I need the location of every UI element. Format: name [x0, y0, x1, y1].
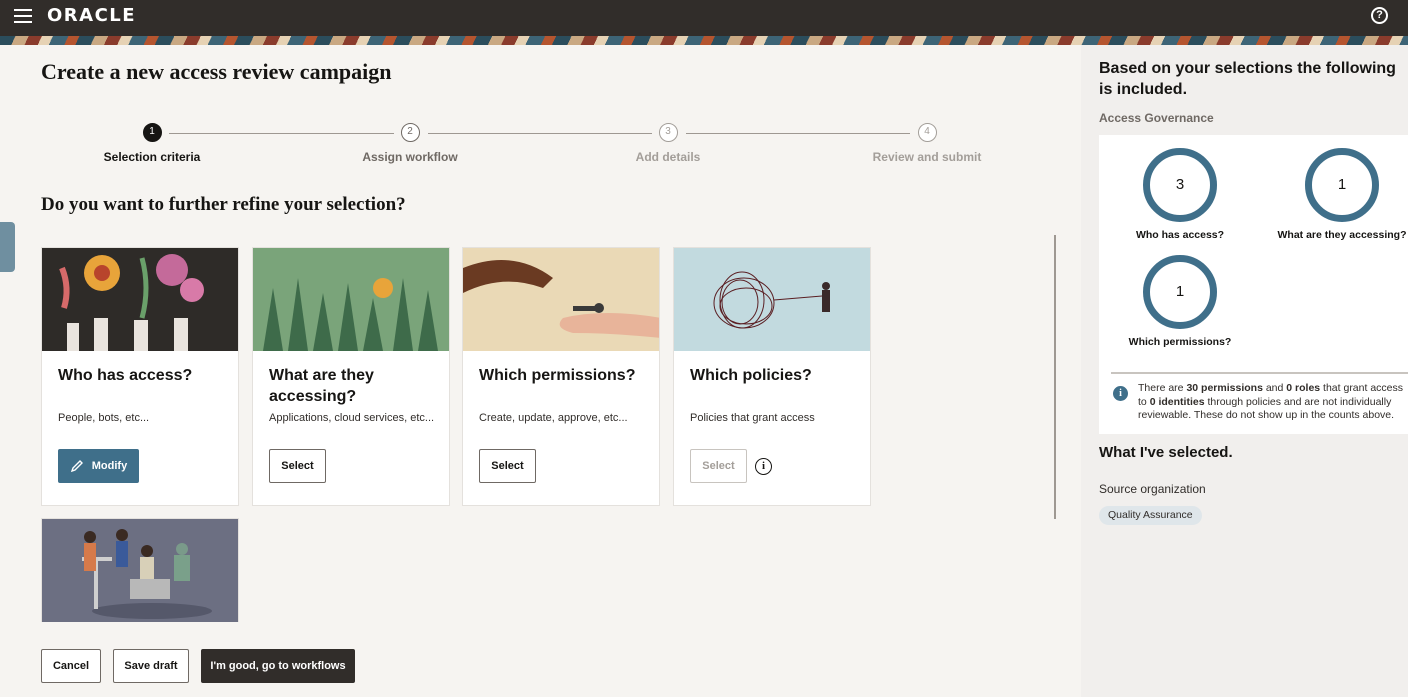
source-organization-label: Source organization: [1099, 482, 1206, 496]
metric-what-accessing-value: 1: [1305, 148, 1379, 222]
select-button[interactable]: Select: [479, 449, 536, 483]
card-which-permissions: Which permissions? Create, update, appro…: [462, 247, 660, 506]
card-description: Create, update, approve, etc...: [479, 412, 628, 424]
drawer-toggle-handle[interactable]: [0, 222, 15, 272]
progress-stepper: 1 Selection criteria 2 Assign workflow 3…: [41, 123, 1041, 173]
step-number: 2: [400, 123, 420, 142]
identities-count: 0 identities: [1149, 395, 1205, 408]
page-title: Create a new access review campaign: [41, 59, 392, 84]
permissions-count: 30 permissions: [1186, 382, 1263, 394]
step-label: Selection criteria: [103, 150, 201, 164]
card-description: Applications, cloud services, etc...: [269, 412, 435, 424]
refine-heading: Do you want to further refine your selec…: [41, 194, 406, 215]
metrics-card: 3 Who has access? 1 What are they access…: [1099, 135, 1408, 434]
step-label: Review and submit: [872, 150, 982, 164]
metric-who-has-access-value: 3: [1143, 148, 1217, 222]
step-assign-workflow[interactable]: 2 Assign workflow: [300, 123, 520, 164]
card-title: What are they accessing?: [269, 367, 374, 405]
card-illustration: [463, 248, 659, 351]
summary-panel: Based on your selections the following i…: [1081, 45, 1408, 697]
permissions-note: There are 30 permissions and 0 roles tha…: [1138, 382, 1404, 421]
modify-button-label: Modify: [91, 460, 128, 472]
help-icon[interactable]: ?: [1371, 7, 1388, 24]
card-description: People, bots, etc...: [58, 412, 150, 424]
go-to-workflows-button[interactable]: I'm good, go to workflows: [201, 649, 355, 683]
summary-subtitle: Access Governance: [1099, 111, 1214, 125]
info-icon[interactable]: i: [755, 458, 772, 475]
cancel-button[interactable]: Cancel: [41, 649, 101, 683]
roles-count: 0 roles: [1286, 382, 1321, 394]
card-illustration: [253, 248, 449, 351]
scrollbar[interactable]: [1054, 235, 1056, 519]
pencil-icon: [70, 460, 83, 473]
card-title: Who has access?: [58, 367, 193, 384]
card-more: [41, 518, 239, 622]
card-illustration: [42, 519, 238, 622]
metric-label: What are they accessing?: [1277, 229, 1407, 241]
selected-title: What I've selected.: [1099, 444, 1233, 461]
source-organization-chip: Quality Assurance: [1099, 506, 1202, 525]
metric-label: Which permissions?: [1128, 336, 1232, 348]
card-description: Policies that grant access: [690, 412, 815, 424]
step-label: Add details: [635, 150, 701, 164]
hamburger-icon[interactable]: [14, 9, 32, 23]
info-icon: i: [1113, 386, 1128, 401]
step-add-details: 3 Add details: [558, 123, 778, 164]
card-illustration: [42, 248, 238, 351]
top-bar: ORACLE ?: [0, 0, 1408, 36]
decorative-banner: [0, 36, 1408, 45]
oracle-logo: ORACLE: [47, 5, 137, 26]
step-review-submit: 4 Review and submit: [817, 123, 1037, 164]
step-number: 3: [658, 123, 678, 142]
card-title: Which permissions?: [479, 367, 636, 384]
card-illustration: [674, 248, 870, 351]
card-who-has-access: Who has access? People, bots, etc... Mod…: [41, 247, 239, 506]
card-title: Which policies?: [690, 367, 812, 384]
card-what-accessing: What are they accessing? Applications, c…: [252, 247, 450, 506]
step-number: 1: [142, 123, 162, 142]
card-which-policies: Which policies? Policies that grant acce…: [673, 247, 871, 506]
summary-title: Based on your selections the following i…: [1099, 60, 1396, 98]
metric-label: Who has access?: [1135, 229, 1225, 241]
select-button[interactable]: Select: [269, 449, 326, 483]
metric-permissions-value: 1: [1143, 255, 1217, 329]
select-button-disabled: Select: [690, 449, 747, 483]
main-content: Create a new access review campaign 1 Se…: [0, 45, 1081, 697]
step-label: Assign workflow: [362, 150, 458, 164]
save-draft-button[interactable]: Save draft: [113, 649, 189, 683]
step-number: 4: [917, 123, 937, 142]
step-selection-criteria[interactable]: 1 Selection criteria: [42, 123, 262, 164]
modify-button[interactable]: Modify: [58, 449, 139, 483]
divider: [1111, 372, 1408, 374]
